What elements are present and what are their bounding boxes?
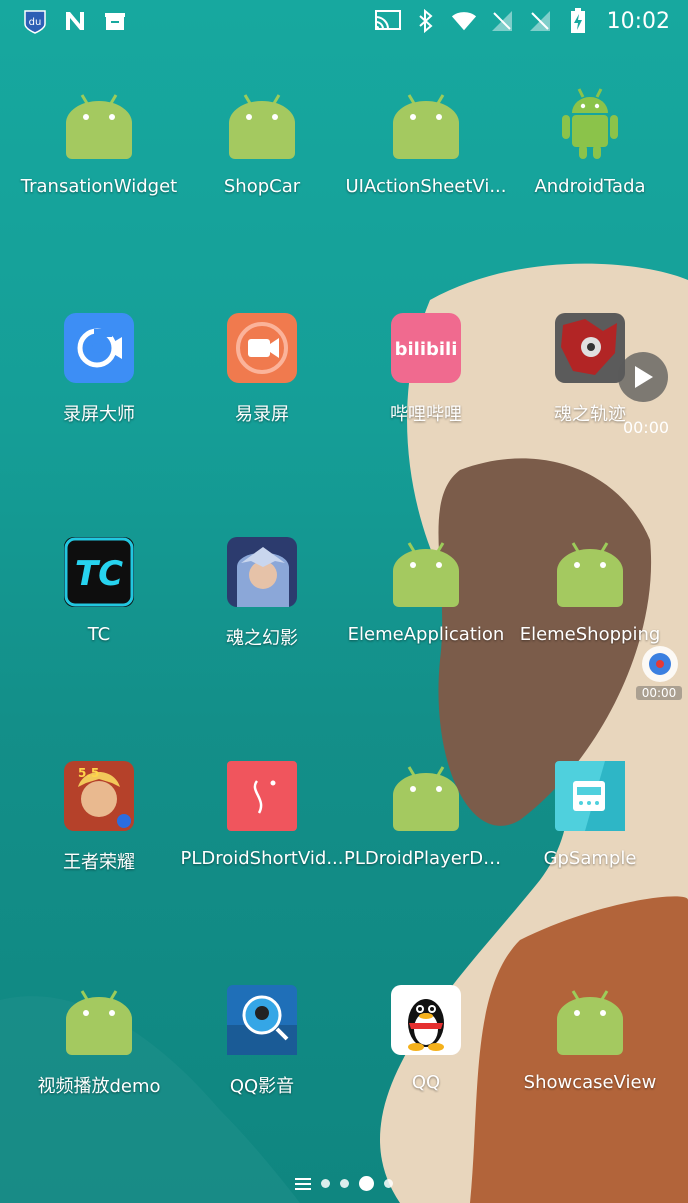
app-label: QQ: [411, 1072, 441, 1093]
app-label: QQ影音: [229, 1076, 295, 1097]
app-label: AndroidTada: [534, 176, 646, 197]
app-shortcut[interactable]: 录屏大师: [17, 312, 181, 442]
svg-text:bilibili: bilibili: [395, 339, 458, 360]
svg-text:5.5: 5.5: [78, 766, 99, 780]
android-icon: [390, 88, 462, 160]
app-label: ShopCar: [223, 176, 301, 197]
page-dot[interactable]: [340, 1179, 349, 1188]
video-record-icon: [226, 312, 298, 384]
app-label: PLDroidPlayerDe...: [344, 848, 508, 869]
app-label: GpSample: [543, 848, 637, 869]
floating-play-button[interactable]: [618, 352, 668, 402]
app-label: UIActionSheetVi...: [345, 176, 507, 197]
battery-charging-icon: [565, 8, 591, 34]
app-grid: TransationWidget ShopCar UIActionSheetVi…: [0, 88, 688, 1108]
app-label: 录屏大师: [63, 404, 135, 425]
qq-player-icon: [226, 984, 298, 1056]
android-icon: [554, 984, 626, 1056]
store-icon: [102, 8, 128, 34]
app-label: 视频播放demo: [37, 1076, 161, 1097]
app-label: ElemeApplication: [347, 624, 505, 645]
page-dot[interactable]: [321, 1179, 330, 1188]
play-icon: [635, 366, 653, 388]
android-icon: [390, 536, 462, 608]
android-icon: [63, 984, 135, 1056]
app-shortcut[interactable]: 易录屏: [180, 312, 344, 442]
home-screen: du 10:02 TransationWidget ShopCar UIActi…: [0, 0, 688, 1203]
app-shortcut[interactable]: ShowcaseView: [508, 984, 672, 1114]
cast-icon: [374, 8, 401, 34]
app-shortcut[interactable]: TransationWidget: [17, 88, 181, 218]
app-label: ElemeShopping: [519, 624, 661, 645]
app-label: 易录屏: [235, 404, 289, 425]
app-label: ShowcaseView: [523, 1072, 657, 1093]
app-label: 哔哩哔哩: [390, 404, 462, 425]
app-badge-icon: du: [22, 8, 48, 34]
app-label: TC: [87, 624, 111, 645]
android-icon: [390, 760, 462, 832]
game-icon: [554, 312, 626, 384]
floating-play-time: 00:00: [622, 418, 670, 437]
android-icon: [63, 88, 135, 160]
app-label: PLDroidShortVid...: [180, 848, 344, 869]
app-shortcut[interactable]: AndroidTada: [508, 88, 672, 218]
app-shortcut[interactable]: GpSample: [508, 760, 672, 890]
app-shortcut[interactable]: QQ: [344, 984, 508, 1114]
qq-penguin-icon: [390, 984, 462, 1056]
app-shortcut[interactable]: 魂之幻影: [180, 536, 344, 666]
app-shortcut[interactable]: ElemeApplication: [344, 536, 508, 666]
no-signal-icon: [489, 8, 515, 34]
svg-text:du: du: [29, 17, 42, 28]
app-shortcut[interactable]: UIActionSheetVi...: [344, 88, 508, 218]
app-shortcut[interactable]: QQ影音: [180, 984, 344, 1114]
floating-record-time: 00:00: [636, 686, 682, 700]
app-shortcut[interactable]: 视频播放demo: [17, 984, 181, 1114]
app-shortcut[interactable]: 5.5 王者荣耀: [17, 760, 181, 890]
app-label: TransationWidget: [20, 176, 178, 197]
clock: 10:02: [606, 8, 670, 34]
bluetooth-icon: [413, 8, 439, 34]
game-character-icon: [226, 536, 298, 608]
page-indicator[interactable]: [0, 1176, 688, 1191]
app-shortcut[interactable]: bilibili 哔哩哔哩: [344, 312, 508, 442]
page-dot-active[interactable]: [359, 1176, 374, 1191]
bilibili-icon: bilibili: [390, 312, 462, 384]
app-shortcut[interactable]: TC TC: [17, 536, 181, 666]
app-shortcut[interactable]: ElemeShopping: [508, 536, 672, 666]
record-icon: [649, 653, 671, 675]
app-label: 魂之幻影: [226, 628, 298, 649]
page-dot[interactable]: [384, 1179, 393, 1188]
tc-icon: TC: [63, 536, 135, 608]
screen-recorder-icon: [63, 312, 135, 384]
wifi-icon: [451, 8, 477, 34]
honor-of-kings-icon: 5.5: [63, 760, 135, 832]
pldroid-icon: [226, 760, 298, 832]
android-icon: [554, 536, 626, 608]
floating-record-button[interactable]: [642, 646, 678, 682]
n-notification-icon: [62, 8, 88, 34]
android-robot-icon: [554, 88, 626, 160]
android-icon: [226, 88, 298, 160]
gpsample-icon: [554, 760, 626, 832]
app-shortcut[interactable]: PLDroidShortVid...: [180, 760, 344, 890]
app-label: 王者荣耀: [63, 852, 135, 873]
no-signal-icon: [527, 8, 553, 34]
status-bar: du 10:02: [0, 0, 688, 44]
svg-text:TC: TC: [75, 554, 123, 594]
app-shortcut[interactable]: PLDroidPlayerDe...: [344, 760, 508, 890]
app-shortcut[interactable]: ShopCar: [180, 88, 344, 218]
all-apps-menu-icon[interactable]: [295, 1177, 311, 1190]
